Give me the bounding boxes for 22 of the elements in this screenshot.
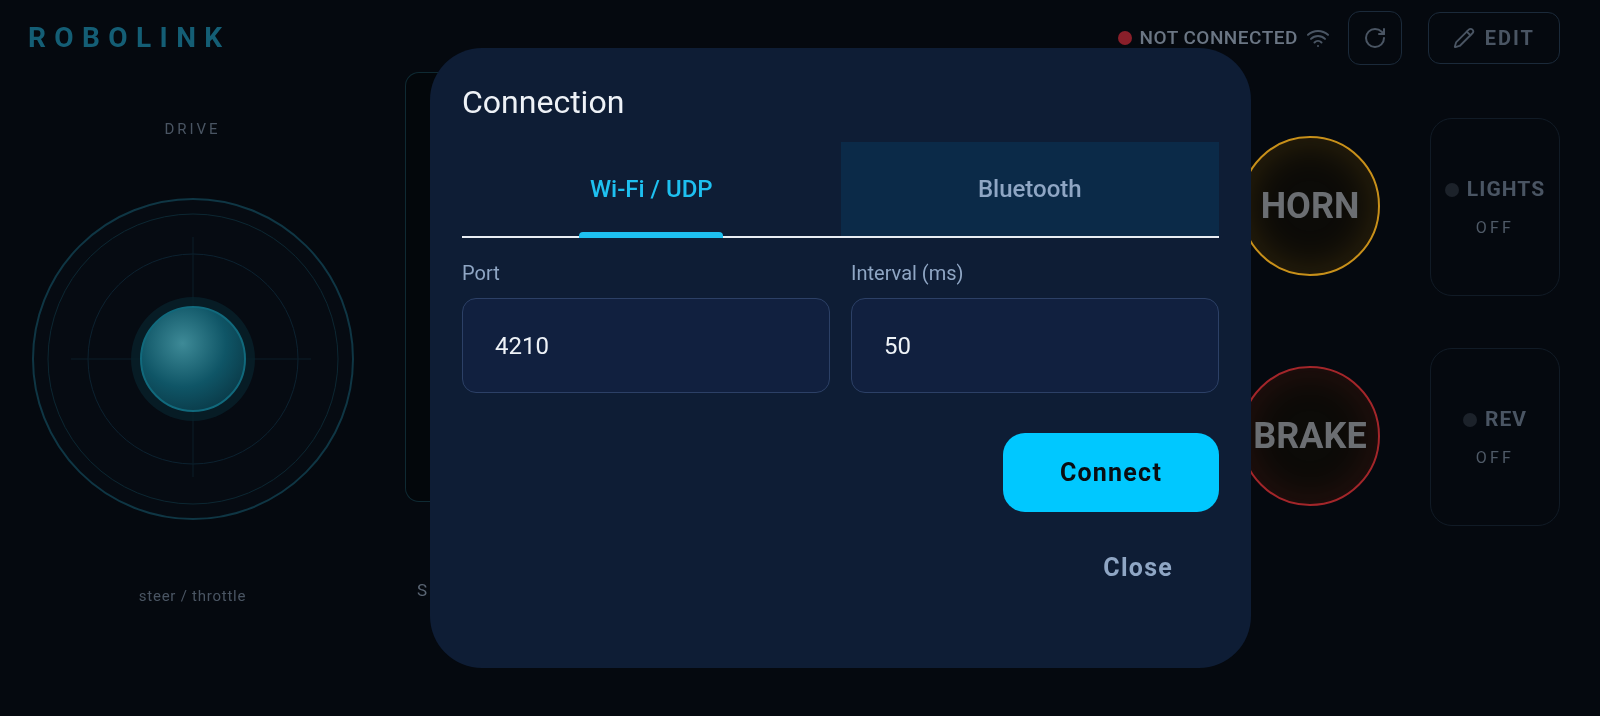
refresh-icon	[1362, 26, 1387, 50]
toggle-state: OFF	[1475, 446, 1515, 469]
close-button[interactable]: Close	[1097, 546, 1179, 590]
dialog-title: Connection	[462, 82, 626, 122]
connection-status: NOT CONNECTED	[1139, 24, 1298, 51]
connect-button[interactable]: Connect	[1003, 433, 1219, 512]
text-field[interactable]: 50	[851, 298, 1219, 393]
toggle-label: LIGHTS	[1466, 176, 1546, 204]
refresh-button[interactable]	[1347, 11, 1402, 65]
toggle-state: OFF	[1475, 216, 1515, 239]
joystick-title: DRIVE	[164, 119, 221, 140]
slider-caption: S	[417, 579, 429, 602]
joystick-caption: steer / throttle	[138, 585, 247, 607]
toggle-label: REV	[1484, 406, 1528, 434]
joystick[interactable]	[30, 196, 355, 521]
text-field[interactable]: 4210	[462, 298, 830, 393]
tab[interactable]: Bluetooth	[840, 142, 1219, 236]
field-label: Interval (ms)	[851, 260, 965, 287]
tab[interactable]: Wi-Fi / UDP	[462, 142, 841, 236]
pencil-icon	[1452, 27, 1475, 49]
field-label: Port	[462, 260, 501, 287]
app-logo: ROBOLINK	[28, 20, 231, 56]
